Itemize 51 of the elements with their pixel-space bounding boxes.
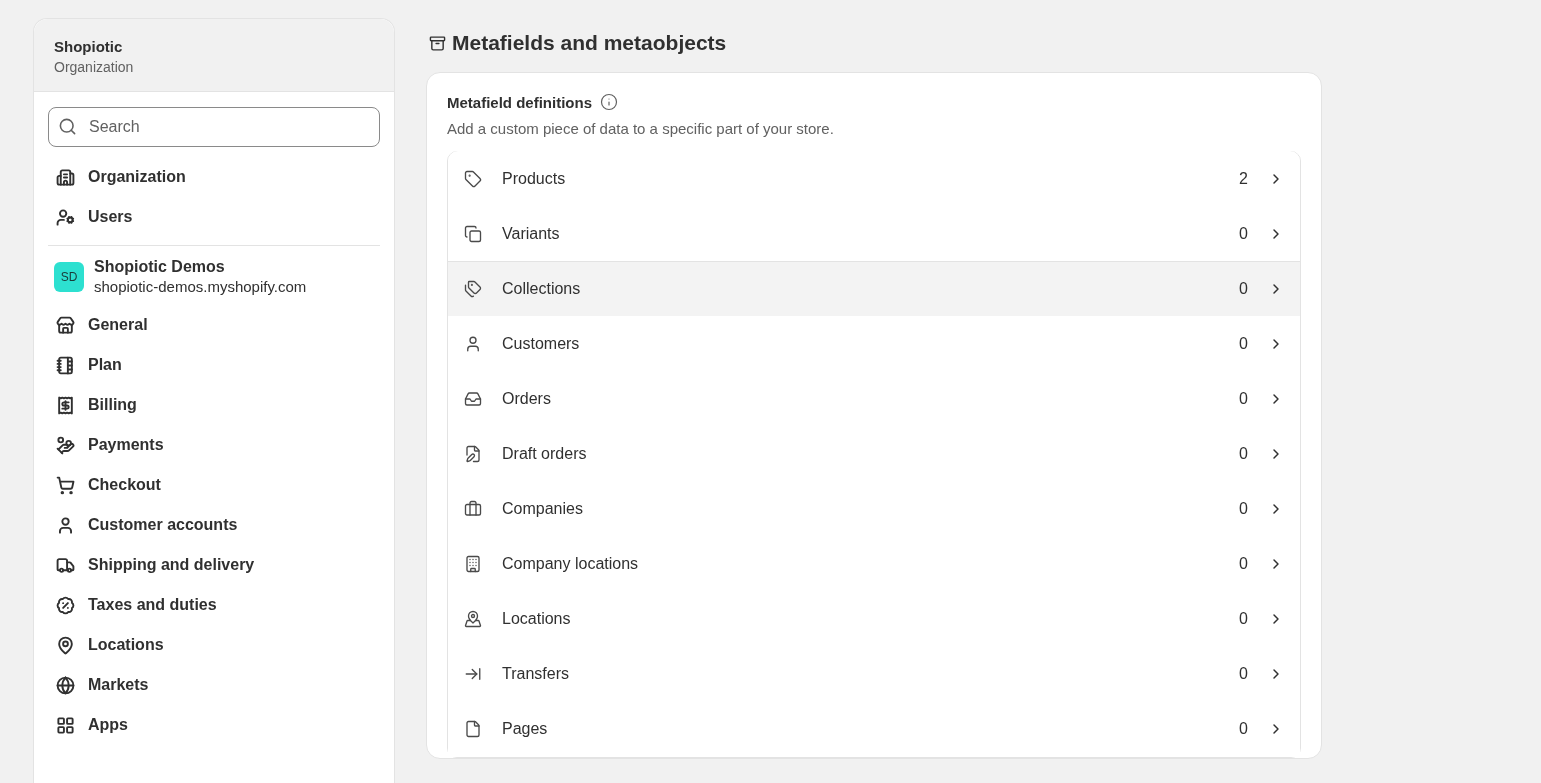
receipt-icon bbox=[56, 395, 75, 415]
search-field[interactable]: Search bbox=[48, 107, 380, 147]
apps-icon bbox=[56, 715, 75, 735]
person-icon bbox=[56, 515, 75, 535]
store-avatar: SD bbox=[54, 261, 84, 292]
user-gear-icon bbox=[56, 207, 75, 227]
percent-badge-icon bbox=[56, 595, 75, 615]
search-icon bbox=[58, 117, 77, 136]
card-title: Metafield definitions bbox=[447, 93, 592, 111]
page-title: Metafields and metaobjects bbox=[452, 31, 727, 55]
sidebar-item[interactable]: Customer accounts bbox=[48, 505, 380, 545]
card-description: Add a custom piece of data to a specific part of your store. bbox=[447, 120, 835, 137]
globe-icon bbox=[56, 675, 75, 695]
briefcase-icon bbox=[464, 500, 482, 518]
notebook-icon bbox=[56, 355, 75, 375]
store-name: Shopiotic Demos bbox=[94, 258, 226, 276]
sidebar-item[interactable]: Markets bbox=[48, 665, 380, 705]
building-icon bbox=[464, 555, 482, 573]
arrow-bar-icon bbox=[464, 665, 482, 683]
hand-coins-icon bbox=[56, 435, 75, 455]
box-icon bbox=[429, 34, 446, 52]
tags-icon bbox=[464, 280, 482, 298]
pin-icon bbox=[56, 635, 75, 655]
org-subtitle: Organization bbox=[54, 59, 135, 75]
store-icon bbox=[56, 315, 75, 335]
sidebar-item[interactable]: Users bbox=[48, 197, 380, 237]
store-domain: shopiotic-demos.myshopify.com bbox=[94, 278, 307, 295]
definition-row[interactable]: Pages 0 bbox=[448, 701, 1300, 757]
sidebar-item[interactable]: Apps bbox=[48, 705, 380, 745]
pin-icon bbox=[464, 610, 482, 628]
org-name: Shopiotic bbox=[54, 38, 124, 55]
sidebar-item[interactable]: Payments bbox=[48, 425, 380, 465]
tag-icon bbox=[464, 170, 482, 188]
info-icon[interactable] bbox=[600, 93, 618, 111]
sidebar-item[interactable]: Plan bbox=[48, 345, 380, 385]
sidebar-item[interactable]: General bbox=[48, 305, 380, 345]
cart-icon bbox=[56, 475, 75, 495]
squares-icon bbox=[464, 225, 482, 243]
truck-icon bbox=[56, 555, 75, 575]
sidebar-item[interactable]: Checkout bbox=[48, 465, 380, 505]
person-icon bbox=[464, 335, 482, 353]
file-icon bbox=[464, 720, 482, 738]
building-icon bbox=[56, 167, 75, 187]
sidebar-item[interactable]: Shipping and delivery bbox=[48, 545, 380, 585]
sidebar-item[interactable]: Taxes and duties bbox=[48, 585, 380, 625]
sidebar-item[interactable]: Locations bbox=[48, 625, 380, 665]
sidebar-item[interactable]: Organization bbox=[48, 157, 380, 197]
file-pen-icon bbox=[464, 445, 482, 463]
definition-row[interactable]: Collections 0 bbox=[448, 261, 1300, 317]
sidebar-item[interactable]: Billing bbox=[48, 385, 380, 425]
inbox-icon bbox=[464, 390, 482, 408]
